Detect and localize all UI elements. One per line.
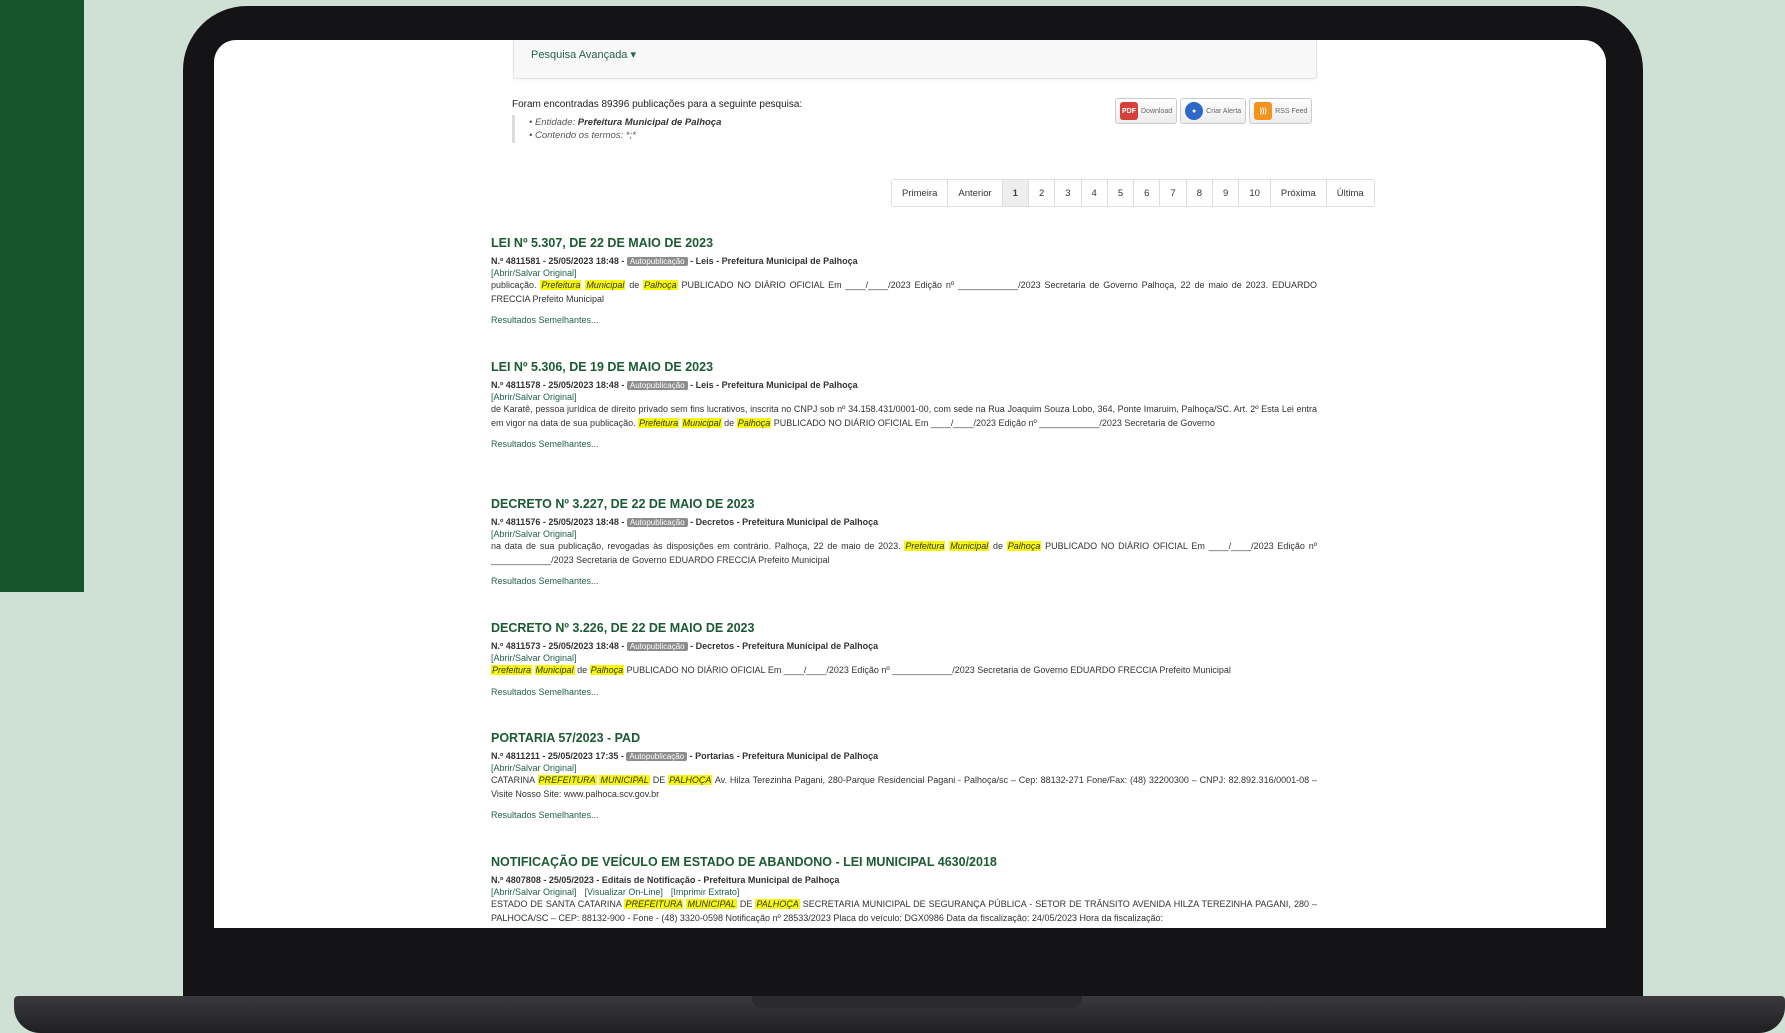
page-link-4[interactable]: 4 bbox=[1080, 180, 1107, 206]
page-link-1[interactable]: 1 bbox=[1001, 180, 1028, 206]
page-link-6[interactable]: 6 bbox=[1133, 180, 1160, 206]
result-title[interactable]: LEI Nº 5.307, DE 22 DE MAIO DE 2023 bbox=[491, 236, 1317, 250]
result-item: LEI Nº 5.306, DE 19 DE MAIO DE 2023 N.º 4… bbox=[491, 360, 1317, 449]
result-item: DECRETO Nº 3.226, DE 22 DE MAIO DE 2023 N… bbox=[491, 621, 1317, 697]
autopublicacao-badge: Autopublicação bbox=[626, 381, 688, 390]
create-alert-button[interactable]: ● Criar Alerta bbox=[1180, 98, 1247, 124]
page-link-5[interactable]: 5 bbox=[1106, 180, 1134, 206]
autopublicacao-badge: Autopublicação bbox=[626, 642, 688, 651]
similar-results-link[interactable]: Resultados Semelhantes... bbox=[491, 315, 1317, 325]
result-link[interactable]: [Abrir/Salvar Original] bbox=[491, 887, 577, 897]
criteria-terms: • Contendo os termos: *;* bbox=[529, 130, 636, 141]
result-meta: N.º 4807808 - 25/05/2023 - Editais de No… bbox=[491, 875, 840, 885]
page-link-3[interactable]: 3 bbox=[1054, 180, 1081, 206]
result-item: DECRETO Nº 3.227, DE 22 DE MAIO DE 2023 N… bbox=[491, 497, 1317, 586]
result-meta: N.º 4811578 - 25/05/2023 18:48 - Autopub… bbox=[491, 380, 858, 390]
result-snippet: Prefeitura Municipal de Palhoça PUBLICAD… bbox=[491, 665, 1231, 675]
result-link[interactable]: [Imprimir Extrato] bbox=[671, 887, 740, 897]
page-link-9[interactable]: 9 bbox=[1212, 180, 1239, 206]
result-snippet: de Karatê, pessoa jurídica de direito pr… bbox=[491, 404, 1317, 428]
download-button[interactable]: PDF Download bbox=[1115, 98, 1178, 124]
criteria-entity: • Entidade: Prefeitura Municipal de Palh… bbox=[529, 117, 722, 128]
page-link-última[interactable]: Última bbox=[1325, 180, 1374, 206]
rss-icon: ))) bbox=[1254, 102, 1273, 120]
search-criteria: • Entidade: Prefeitura Municipal de Palh… bbox=[512, 115, 721, 143]
result-meta: N.º 4811576 - 25/05/2023 18:48 - Autopub… bbox=[491, 517, 879, 527]
rss-feed-button[interactable]: ))) RSS Feed bbox=[1249, 98, 1313, 124]
result-links: [Abrir/Salvar Original] bbox=[491, 653, 1317, 663]
autopublicacao-badge: Autopublicação bbox=[626, 752, 688, 761]
result-title[interactable]: DECRETO Nº 3.226, DE 22 DE MAIO DE 2023 bbox=[491, 621, 1317, 635]
autopublicacao-badge: Autopublicação bbox=[626, 257, 688, 266]
result-item: NOTIFICAÇÃO DE VEÍCULO EM ESTADO DE ABAN… bbox=[491, 855, 1317, 925]
laptop-base bbox=[14, 996, 1785, 1033]
result-title[interactable]: PORTARIA 57/2023 - PAD bbox=[491, 731, 1317, 745]
result-title[interactable]: NOTIFICAÇÃO DE VEÍCULO EM ESTADO DE ABAN… bbox=[491, 855, 1317, 869]
result-link[interactable]: [Abrir/Salvar Original] bbox=[491, 268, 577, 278]
result-title[interactable]: DECRETO Nº 3.227, DE 22 DE MAIO DE 2023 bbox=[491, 497, 1317, 511]
page-link-próxima[interactable]: Próxima bbox=[1269, 180, 1326, 206]
result-link[interactable]: [Abrir/Salvar Original] bbox=[491, 763, 577, 773]
result-link[interactable]: [Abrir/Salvar Original] bbox=[491, 529, 577, 539]
laptop-screen: Pesquisa Avançada ▾ Foram encontradas 89… bbox=[214, 40, 1606, 928]
pdf-icon: PDF bbox=[1120, 102, 1138, 120]
result-snippet: publicação. Prefeitura Municipal de Palh… bbox=[491, 280, 1317, 304]
result-snippet: na data de sua publicação, revogadas às … bbox=[491, 541, 1317, 565]
similar-results-link[interactable]: Resultados Semelhantes... bbox=[491, 439, 1317, 449]
result-item: LEI Nº 5.307, DE 22 DE MAIO DE 2023 N.º 4… bbox=[491, 236, 1317, 325]
result-links: [Abrir/Salvar Original] bbox=[491, 392, 1317, 402]
similar-results-link[interactable]: Resultados Semelhantes... bbox=[491, 810, 1317, 820]
page-link-2[interactable]: 2 bbox=[1027, 180, 1055, 206]
autopublicacao-badge: Autopublicação bbox=[626, 518, 688, 527]
laptop-notch bbox=[752, 996, 1082, 1008]
action-buttons: PDF Download ● Criar Alerta ))) RSS Feed bbox=[1115, 98, 1313, 124]
similar-results-link[interactable]: Resultados Semelhantes... bbox=[491, 576, 1317, 586]
page-link-8[interactable]: 8 bbox=[1185, 180, 1213, 206]
page-link-7[interactable]: 7 bbox=[1159, 180, 1186, 206]
background-green-bar bbox=[0, 0, 84, 592]
alert-icon: ● bbox=[1185, 102, 1204, 120]
result-link[interactable]: [Visualizar On-Line] bbox=[585, 887, 663, 897]
page-link-10[interactable]: 10 bbox=[1238, 180, 1270, 206]
result-meta: N.º 4811211 - 25/05/2023 17:35 - Autopub… bbox=[491, 751, 879, 761]
result-links: [Abrir/Salvar Original] bbox=[491, 268, 1317, 278]
similar-results-link[interactable]: Resultados Semelhantes... bbox=[491, 687, 1317, 697]
advanced-search-toggle[interactable]: Pesquisa Avançada ▾ bbox=[531, 48, 636, 61]
result-snippet: CATARINA PREFEITURA MUNICIPAL DE PALHOÇA… bbox=[491, 775, 1317, 799]
result-title[interactable]: LEI Nº 5.306, DE 19 DE MAIO DE 2023 bbox=[491, 360, 1317, 374]
pagination: Primeira Anterior 1 2 3 4 5 6 7 8 9 10 Próxima Última bbox=[891, 179, 1375, 207]
result-link[interactable]: [Abrir/Salvar Original] bbox=[491, 392, 577, 402]
result-link[interactable]: [Abrir/Salvar Original] bbox=[491, 653, 577, 663]
result-links: [Abrir/Salvar Original] bbox=[491, 529, 1317, 539]
advanced-search-panel: Pesquisa Avançada ▾ bbox=[513, 40, 1317, 79]
result-item: PORTARIA 57/2023 - PAD N.º 4811211 - 25/0… bbox=[491, 731, 1317, 820]
result-meta: N.º 4811581 - 25/05/2023 18:48 - Autopub… bbox=[491, 256, 858, 266]
result-links: [Abrir/Salvar Original] bbox=[491, 763, 1317, 773]
page-link-primeira[interactable]: Primeira bbox=[892, 180, 948, 206]
result-snippet: ESTADO DE SANTA CATARINA PREFEITURA MUNI… bbox=[491, 899, 1317, 923]
results-summary: Foram encontradas 89396 publicações para… bbox=[512, 99, 803, 110]
result-meta: N.º 4811573 - 25/05/2023 18:48 - Autopub… bbox=[491, 641, 879, 651]
result-links: [Abrir/Salvar Original] [Visualizar On-Li… bbox=[491, 887, 1317, 897]
page-link-anterior[interactable]: Anterior bbox=[947, 180, 1002, 206]
